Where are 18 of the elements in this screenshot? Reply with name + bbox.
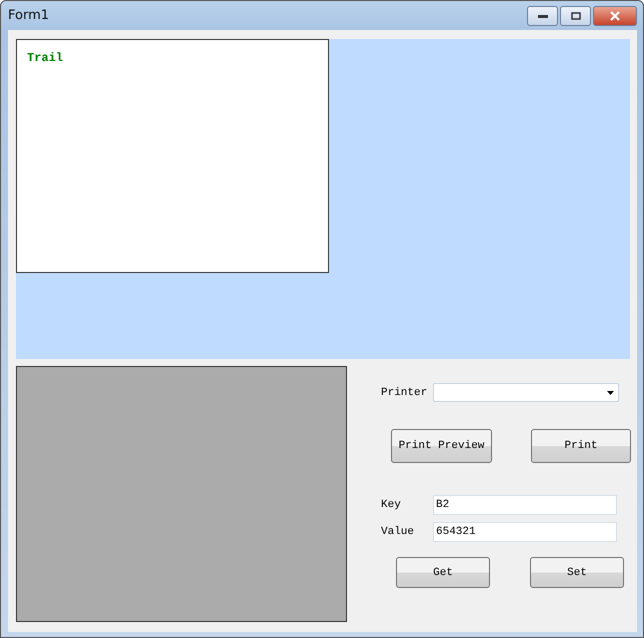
caret-icon [607,390,614,394]
close-icon [609,10,621,20]
input-field[interactable]: 654321 [433,522,617,542]
printer-label: Printer [381,386,428,398]
maximize-button[interactable] [560,6,591,26]
get-button[interactable]: Get [396,557,490,588]
minimize-button[interactable] [527,6,558,26]
preview-text: Trail [27,51,64,65]
field-label: Value [381,526,416,538]
field-label: Key [381,499,402,511]
maximize-icon [570,12,580,20]
minimize-icon [538,14,548,18]
input-field[interactable]: B2 [433,495,617,515]
print-button[interactable]: Print [531,429,631,463]
window-title: Form1 [8,8,50,23]
close-button[interactable] [593,6,637,26]
print-preview-button[interactable]: Print Preview [391,429,492,463]
set-button[interactable]: Set [530,557,624,588]
